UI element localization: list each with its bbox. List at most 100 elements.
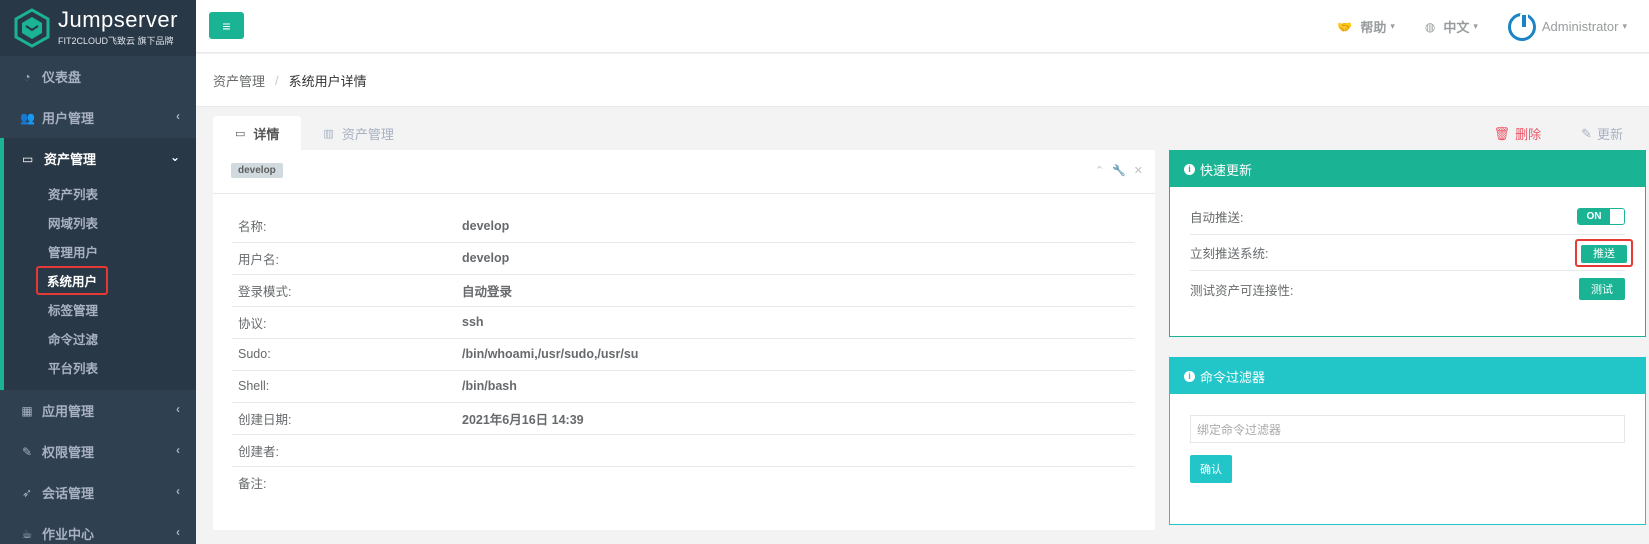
update-button[interactable]: ✎ 更新 [1581, 124, 1623, 143]
panel-title: 命令过滤器 [1200, 369, 1266, 385]
sidebar-item-permissions[interactable]: ✎ 权限管理 ‹ [0, 431, 196, 472]
tab-label: 资产管理 [341, 126, 394, 142]
sidebar-item-label: 应用管理 [42, 404, 95, 419]
breadcrumb-separator: / [275, 72, 279, 88]
caret-down-icon: ▾ [1390, 21, 1395, 31]
breadcrumb-current: 系统用户详情 [288, 73, 367, 89]
field-key: 创建者: [238, 444, 279, 459]
globe-icon: ◍ [1424, 19, 1436, 34]
menu-toggle-button[interactable]: ≡ [209, 12, 244, 39]
highlight-box: 推送 [1575, 238, 1633, 267]
panel-title: 快速更新 [1200, 162, 1253, 178]
sidebar-item-dashboard[interactable]: ◔ 仪表盘 [0, 56, 196, 97]
auto-push-toggle[interactable]: ON [1577, 208, 1625, 225]
sidebar-item-users[interactable]: 👥 用户管理 ‹ [0, 97, 196, 138]
confirm-button[interactable]: 确认 [1190, 455, 1232, 483]
test-label: 测试资产可连接性: [1190, 283, 1294, 298]
tab-label: 详情 [253, 126, 280, 142]
edit-icon: ✎ [21, 444, 33, 459]
wrench-icon[interactable]: 🔧 [1112, 164, 1126, 177]
chevron-up-icon[interactable]: ⌃ [1095, 164, 1104, 177]
info-icon: i [1184, 370, 1195, 382]
test-button[interactable]: 测试 [1579, 278, 1625, 300]
tab-detail[interactable]: ▭ 详情 [213, 116, 302, 150]
table-row: Sudo: /bin/whoami,/usr/sudo,/usr/su [232, 338, 1135, 370]
field-key: 协议: [238, 316, 267, 331]
language-label: 中文 [1443, 20, 1470, 35]
chevron-left-icon: ‹ [176, 525, 180, 539]
close-icon[interactable]: ✕ [1134, 164, 1143, 177]
sidebar-group-assets: ▭ 资产管理 ⌄ 资产列表 网域列表 管理用户 系统用户 标签管理 命令过滤 平… [0, 138, 196, 390]
field-value: 自动登录 [462, 284, 513, 299]
field-value [462, 466, 1135, 498]
top-navbar: ≡ 🤝 帮助 ▾ ◍ 中文 ▾ Administrator ▾ [196, 0, 1649, 53]
bar-chart-icon: ▥ [323, 127, 334, 140]
sidebar-subitem-platform-list[interactable]: 平台列表 [4, 353, 196, 382]
users-icon: 👥 [20, 110, 35, 125]
chevron-left-icon: ‹ [176, 484, 180, 498]
chevron-left-icon: ‹ [176, 109, 180, 123]
laptop-icon: ▭ [235, 127, 246, 140]
page-actions: 🗑 删除 ✎ 更新 [1454, 124, 1623, 143]
delete-label: 删除 [1515, 127, 1542, 142]
update-label: 更新 [1596, 127, 1623, 142]
field-value: /bin/whoami,/usr/sudo,/usr/su [462, 347, 639, 361]
highlight-box: 系统用户 [36, 266, 109, 295]
edit-icon: ✎ [1581, 125, 1592, 141]
sidebar-item-label: 资产管理 [44, 152, 97, 167]
field-key: 名称: [238, 220, 267, 235]
table-row: 创建者: [232, 434, 1135, 466]
breadcrumb: 资产管理 / 系统用户详情 [196, 54, 1649, 107]
push-now-row: 立刻推送系统: 推送 [1190, 235, 1633, 271]
field-value: 2021年6月16日 14:39 [462, 412, 584, 427]
sidebar-subitem-system-user[interactable]: 系统用户 [4, 266, 196, 295]
sidebar-item-label: 仪表盘 [42, 70, 82, 85]
detail-table: 名称: develop 用户名: develop 登录模式: 自动登录 协议: ssh … [232, 210, 1135, 498]
push-now-label: 立刻推送系统: [1190, 247, 1269, 261]
handshake-icon: 🤝 [1337, 19, 1353, 34]
field-value: /bin/bash [462, 379, 517, 393]
auto-push-row: 自动推送: ON [1190, 199, 1625, 235]
field-value: develop [462, 218, 510, 233]
delete-button[interactable]: 🗑 删除 [1494, 124, 1542, 143]
sidebar-subitem-labels[interactable]: 标签管理 [4, 295, 196, 324]
chevron-left-icon: ‹ [176, 402, 180, 416]
caret-down-icon: ▾ [1622, 21, 1627, 31]
sidebar-subitem-admin-user[interactable]: 管理用户 [4, 237, 196, 266]
table-row: 用户名: develop [232, 242, 1135, 274]
avatar [1507, 12, 1536, 41]
sidebar-subitem-domain-list[interactable]: 网域列表 [4, 208, 196, 237]
sidebar-item-sessions[interactable]: ➶ 会话管理 ‹ [0, 472, 196, 513]
field-key: Sudo: [238, 347, 271, 361]
chevron-left-icon: ‹ [176, 443, 180, 457]
sidebar-item-jobs[interactable]: ☕ 作业中心 ‹ [0, 513, 196, 544]
brand-logo[interactable]: Jumpserver FIT2CLOUD飞致云 旗下品牌 [0, 0, 196, 56]
field-key: Shell: [238, 379, 270, 393]
inbox-icon: ▭ [22, 151, 34, 166]
info-icon: i [1184, 163, 1195, 175]
sidebar-subitem-asset-list[interactable]: 资产列表 [4, 179, 196, 208]
breadcrumb-parent[interactable]: 资产管理 [213, 71, 265, 90]
tab-assets[interactable]: ▥ 资产管理 [301, 116, 415, 150]
sidebar-item-assets[interactable]: ▭ 资产管理 ⌄ [4, 138, 196, 179]
table-row: 名称: develop [232, 210, 1135, 242]
username: Administrator [1541, 19, 1619, 34]
auto-push-label: 自动推送: [1190, 211, 1244, 225]
brand-subtitle: FIT2CLOUD飞致云 旗下品牌 [58, 36, 174, 46]
push-button[interactable]: 推送 [1581, 244, 1627, 263]
language-menu[interactable]: ◍ 中文 ▾ [1425, 17, 1478, 36]
sidebar-subitem-command-filter[interactable]: 命令过滤 [4, 324, 196, 353]
field-key: 登录模式: [238, 284, 292, 299]
sidebar-item-applications[interactable]: ▦ 应用管理 ‹ [0, 390, 196, 431]
help-menu[interactable]: 🤝 帮助 ▾ [1337, 17, 1395, 36]
detail-panel: develop ⌃ 🔧 ✕ 名称: develop 用户名: develop 登录模… [213, 150, 1155, 530]
sidebar-item-label: 会话管理 [42, 486, 95, 501]
table-row: 协议: ssh [232, 306, 1135, 338]
command-filter-select[interactable]: 绑定命令过滤器 [1190, 415, 1625, 443]
user-menu[interactable]: Administrator ▾ [1507, 12, 1627, 41]
field-value [462, 434, 1135, 466]
detail-tabs: ▭ 详情 ▥ 资产管理 [213, 116, 416, 150]
command-filter-panel: i 命令过滤器 绑定命令过滤器 确认 [1169, 357, 1646, 525]
chevron-down-icon: ⌄ [169, 150, 180, 164]
sidebar-item-label: 作业中心 [42, 527, 95, 542]
